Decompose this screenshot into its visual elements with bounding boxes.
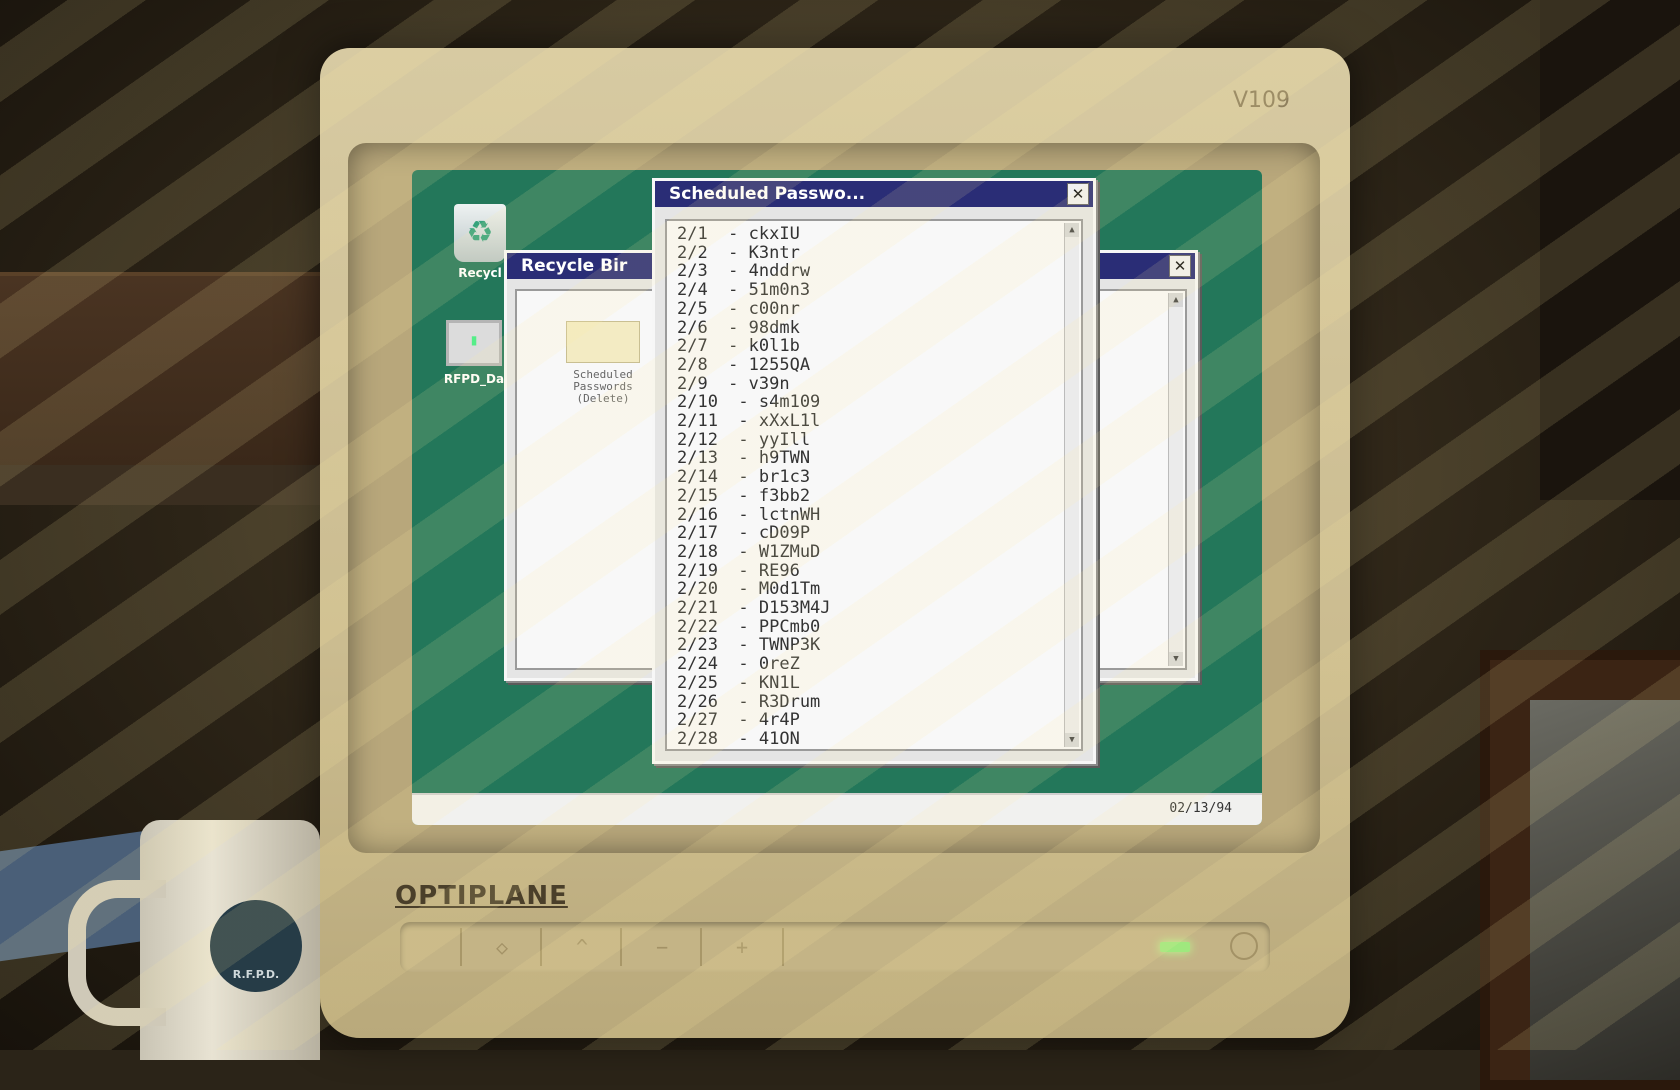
password-entry: 2/19 - RE96: [677, 560, 800, 581]
picture-frame: [1480, 650, 1680, 1090]
recycle-bin-icon: ♻: [454, 204, 506, 262]
picture-frame-image: [1530, 700, 1680, 1080]
taskbar: 02/13/94: [412, 793, 1262, 825]
password-entry: 2/17 - cD09P: [677, 523, 811, 544]
password-entry: 2/18 - W1ZMuD: [677, 541, 821, 562]
screen: ♻ Recycl ▮ RFPD_Da ✕ ▲ ▼ Recycle Bir Sch…: [412, 170, 1262, 825]
scroll-down-icon[interactable]: ▼: [1065, 733, 1079, 747]
power-led: [1160, 942, 1190, 952]
rfpd-data-desktop-icon[interactable]: ▮ RFPD_Da: [434, 320, 514, 386]
power-button-icon[interactable]: [1230, 932, 1258, 960]
password-entry: 2/21 - D153M4J: [677, 598, 831, 619]
recycle-bin-label: Recycl: [458, 266, 502, 280]
computer-icon: ▮: [446, 320, 502, 366]
password-entry: 2/23 - TWNP3K: [677, 635, 821, 656]
passwords-list-pane: 2/1 - ckxIU 2/2 - K3ntr 2/3 - 4nddrw 2/4 - …: [665, 219, 1083, 751]
password-entry: 2/6 - 98dmk: [677, 317, 800, 338]
password-entry: 2/13 - h9TWN: [677, 448, 811, 469]
scheduled-passwords-folder[interactable]: Scheduled Passwords (Delete): [561, 321, 645, 405]
rfpd-data-label: RFPD_Da: [443, 372, 505, 386]
brand-label: OPTIPLANE: [395, 881, 568, 911]
password-entry: 2/4 - 51m0n3: [677, 280, 811, 301]
monitor-controls: ◇ ^ − +: [400, 922, 1270, 972]
scheduled-passwords-window[interactable]: Scheduled Passwo... ✕ 2/1 - ckxIU 2/2 - K…: [652, 178, 1096, 764]
scrollbar[interactable]: ▲ ▼: [1064, 223, 1079, 747]
password-entry: 2/22 - PPCmb0: [677, 616, 821, 637]
password-entry: 2/26 - R3Drum: [677, 691, 821, 712]
password-entry: 2/25 - KN1L: [677, 672, 800, 693]
scroll-down-icon[interactable]: ▼: [1169, 652, 1183, 666]
password-entry: 2/9 - v39n: [677, 373, 790, 394]
password-entry: 2/5 - c00nr: [677, 298, 800, 319]
password-entry: 2/1 - ckxIU: [677, 224, 800, 244]
scrollbar[interactable]: ▲ ▼: [1168, 293, 1183, 666]
window-title: Scheduled Passwo...: [669, 184, 866, 204]
password-entry: 2/8 - 1255QA: [677, 354, 811, 375]
password-list: 2/1 - ckxIU 2/2 - K3ntr 2/3 - 4nddrw 2/4 - …: [677, 225, 831, 749]
monitor-menu-button[interactable]: ◇: [460, 928, 542, 966]
model-label: V109: [1232, 88, 1290, 113]
wall-panel: [1540, 0, 1680, 500]
password-entry: 2/28 - 41ON: [677, 728, 800, 749]
monitor-minus-button[interactable]: −: [620, 928, 702, 966]
coffee-mug: R.F.P.D.: [68, 820, 320, 1060]
password-entry: 2/3 - 4nddrw: [677, 261, 811, 282]
mug-handle: [68, 880, 166, 1026]
password-entry: 2/15 - f3bb2: [677, 485, 811, 506]
folder-icon: [566, 321, 640, 363]
password-entry: 2/11 - xXxL1l: [677, 411, 821, 432]
folder-label: Scheduled Passwords (Delete): [573, 368, 633, 405]
wooden-box: [0, 272, 320, 466]
shelf: [0, 465, 330, 505]
password-entry: 2/20 - M0d1Tm: [677, 579, 821, 600]
taskbar-date: 02/13/94: [1169, 801, 1232, 816]
close-icon[interactable]: ✕: [1067, 183, 1089, 205]
password-entry: 2/27 - 4r4P: [677, 710, 800, 731]
mug-logo: R.F.P.D.: [210, 900, 302, 992]
monitor-plus-button[interactable]: +: [700, 928, 784, 966]
monitor-up-button[interactable]: ^: [540, 928, 622, 966]
password-entry: 2/7 - k0l1b: [677, 336, 800, 357]
password-entry: 2/16 - lctnWH: [677, 504, 821, 525]
password-entry: 2/2 - K3ntr: [677, 242, 800, 263]
close-icon[interactable]: ✕: [1169, 255, 1191, 277]
scheduled-passwords-titlebar[interactable]: Scheduled Passwo... ✕: [655, 181, 1093, 207]
scroll-up-icon[interactable]: ▲: [1065, 223, 1079, 237]
password-entry: 2/10 - s4m109: [677, 392, 821, 413]
scroll-up-icon[interactable]: ▲: [1169, 293, 1183, 307]
password-entry: 2/12 - yyIll: [677, 429, 811, 450]
password-entry: 2/24 - 0reZ: [677, 654, 800, 675]
password-entry: 2/14 - br1c3: [677, 467, 811, 488]
